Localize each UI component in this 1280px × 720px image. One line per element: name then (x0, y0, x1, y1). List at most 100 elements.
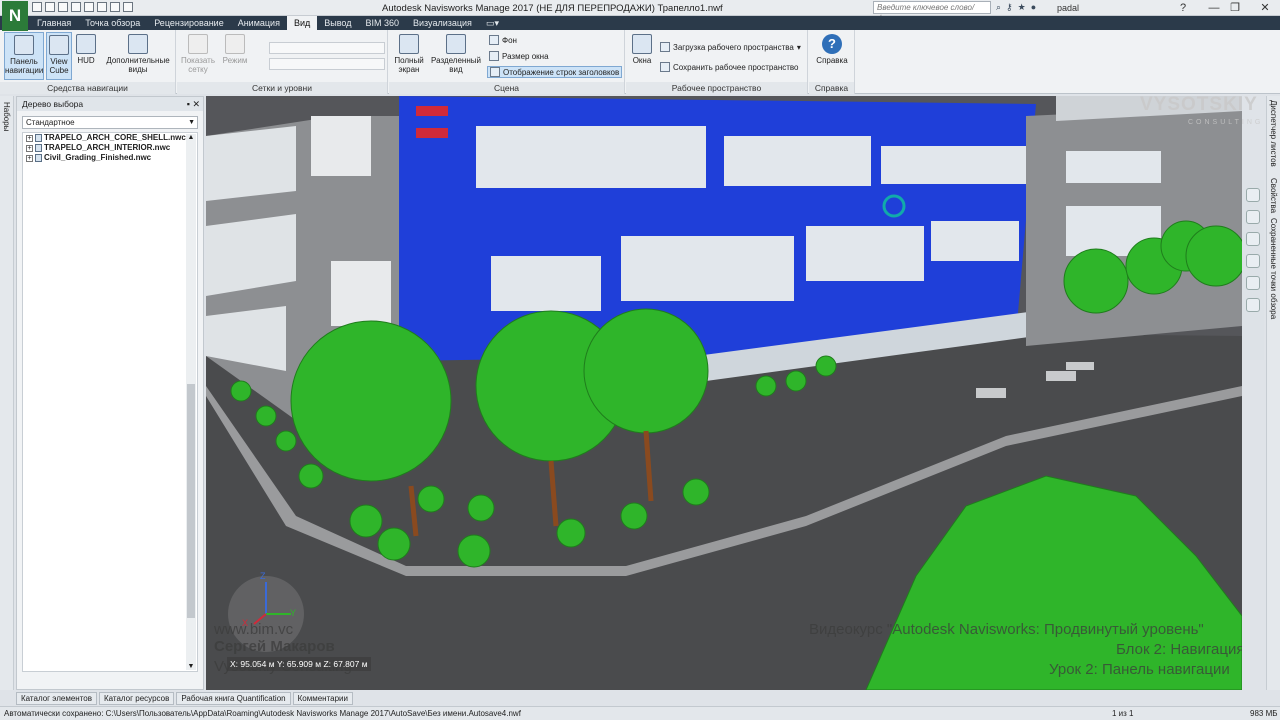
navigation-bar (1242, 180, 1264, 360)
sets-tab[interactable]: Наборы (2, 102, 11, 131)
course-lesson: Урок 2: Панель навигации (1049, 661, 1230, 678)
help-button[interactable]: ? Справка (811, 32, 853, 80)
tab-quantification[interactable]: Рабочая книга Quantification (176, 692, 291, 705)
hud-button[interactable]: HUD (74, 32, 98, 80)
load-workspace-button[interactable]: Загрузка рабочего пространства ▾ (660, 42, 801, 52)
help-title: Справка (809, 82, 854, 94)
look-icon[interactable] (1246, 276, 1260, 290)
refresh-icon[interactable] (123, 2, 133, 12)
grid-combo-2[interactable] (269, 58, 385, 70)
tab-viewpoint[interactable]: Точка обзора (78, 16, 147, 30)
open-file-icon[interactable] (45, 2, 55, 12)
question-icon: ? (822, 34, 842, 54)
workspace-panel: Окна Загрузка рабочего пространства ▾ Сох… (626, 30, 808, 94)
tab-item-catalog[interactable]: Каталог элементов (16, 692, 97, 705)
tab-comments[interactable]: Комментарии (292, 692, 353, 705)
tab-animation[interactable]: Анимация (231, 16, 287, 30)
navigation-bar-button[interactable]: Панель навигации (4, 32, 44, 80)
binoculars-icon[interactable]: ⌕ (996, 2, 1001, 13)
close-button[interactable]: ✕ (1248, 0, 1280, 16)
expand-icon[interactable]: + (26, 154, 33, 162)
properties-tab[interactable]: Свойства (1269, 178, 1278, 213)
title-tools: ⌕ ⚷ ★ ● (996, 2, 1036, 13)
tree-mode-select[interactable]: Стандартное ▼ (22, 116, 198, 129)
orbit-icon[interactable] (1246, 254, 1260, 268)
tree-scrollbar[interactable]: ▲ ▼ (186, 134, 196, 670)
grid-icon (188, 34, 208, 54)
coordinates-readout: X: 95.054 м Y: 65.909 м Z: 67.807 м (227, 657, 371, 671)
print-icon[interactable] (71, 2, 81, 12)
ribbon-tabs: Главная Точка обзора Рецензирование Аним… (30, 16, 506, 30)
show-headers-button[interactable]: Отображение строк заголовков (487, 66, 623, 78)
fullscreen-label: Полный экран (394, 56, 424, 74)
tab-view[interactable]: Вид (286, 16, 318, 30)
new-file-icon[interactable] (32, 2, 42, 12)
tree-item[interactable]: + TRAPELO_ARCH_CORE_SHELL.nwc (23, 133, 197, 143)
view-cube-button[interactable]: View Cube (46, 32, 72, 80)
scroll-up-icon[interactable]: ▲ (186, 134, 196, 141)
windows-button[interactable]: Окна (628, 32, 656, 80)
saved-viewpoints-tab[interactable]: Сохраненные точки обзора (1269, 218, 1278, 319)
save-workspace-button[interactable]: Сохранить рабочее пространство (660, 62, 799, 72)
steering-wheel-icon[interactable] (1246, 188, 1260, 202)
window-size-button[interactable]: Размер окна (489, 51, 549, 61)
watermark-site: www.bim.vc (214, 621, 294, 638)
tab-review[interactable]: Рецензирование (147, 16, 231, 30)
user-name[interactable]: padal (1057, 3, 1079, 13)
3d-viewport[interactable]: Z Y X www.bim.vc Сергей Макаров Vysotski… (206, 96, 1242, 690)
left-dock-strip: Наборы (0, 96, 14, 690)
extra-views-button[interactable]: Дополнительные виды (102, 32, 174, 80)
tree-item[interactable]: + Civil_Grading_Finished.nwc (23, 153, 197, 163)
subscription-icon[interactable]: ⚷ (1006, 2, 1013, 13)
scene-title: Сцена (389, 82, 624, 94)
close-icon[interactable]: ✕ (192, 99, 200, 109)
grids-title: Сетки и уровни (177, 82, 387, 94)
help-panel: ? Справка Справка (809, 30, 855, 94)
pin-icon[interactable]: ▪ (187, 99, 190, 109)
grid-combo-1[interactable] (269, 42, 385, 54)
tab-render[interactable]: Визуализация (406, 16, 479, 30)
tree-item[interactable]: + TRAPELO_ARCH_INTERIOR.nwc (23, 143, 197, 153)
split-view-icon (446, 34, 466, 54)
scroll-down-icon[interactable]: ▼ (186, 663, 196, 670)
app-logo[interactable]: N (2, 1, 28, 31)
search-input[interactable]: Введите ключевое слово/фразу (873, 1, 991, 23)
redo-icon[interactable] (97, 2, 107, 12)
grid-mode-button[interactable]: Режим (219, 32, 251, 80)
help-label: Справка (816, 56, 848, 65)
background-button[interactable]: Фон (489, 35, 517, 45)
course-title: Видеокурс "Autodesk Navisworks: Продвину… (809, 621, 1204, 638)
save-workspace-label: Сохранить рабочее пространство (673, 62, 799, 72)
sheet-browser-tab[interactable]: Диспетчер листов (1269, 100, 1278, 167)
fullscreen-icon (399, 34, 419, 54)
user-icon[interactable]: ● (1031, 2, 1036, 13)
maximize-button[interactable]: ❐ (1218, 0, 1252, 16)
save-icon[interactable] (58, 2, 68, 12)
ribbon: Панель навигации View Cube HUD Дополните… (0, 30, 1280, 94)
tree-item-label: Civil_Grading_Finished.nwc (44, 153, 152, 162)
quick-access-toolbar (32, 2, 133, 12)
favorites-icon[interactable]: ★ (1018, 2, 1026, 13)
scroll-thumb[interactable] (187, 384, 195, 618)
help-icon[interactable]: ? (1166, 0, 1200, 16)
nav-tools-panel: Панель навигации View Cube HUD Дополните… (0, 30, 176, 94)
window-size-icon (489, 51, 499, 61)
undo-icon[interactable] (84, 2, 94, 12)
fullscreen-button[interactable]: Полный экран (391, 32, 427, 80)
tab-resource-catalog[interactable]: Каталог ресурсов (98, 692, 175, 705)
tab-output[interactable]: Вывод (317, 16, 358, 30)
expand-icon[interactable]: + (26, 144, 33, 152)
tab-home[interactable]: Главная (30, 16, 78, 30)
select-arrow-icon[interactable] (1246, 298, 1260, 312)
zoom-icon[interactable] (1246, 232, 1260, 246)
tab-bim360[interactable]: BIM 360 (358, 16, 406, 30)
show-grid-button[interactable]: Показать сетку (179, 32, 217, 80)
split-view-button[interactable]: Разделенный вид (429, 32, 483, 80)
load-workspace-icon (660, 42, 670, 52)
expand-icon[interactable]: + (26, 134, 33, 142)
select-icon[interactable] (110, 2, 120, 12)
course-block: Блок 2: Навигация (1116, 641, 1242, 658)
pan-icon[interactable] (1246, 210, 1260, 224)
navigation-bar-icon (14, 35, 34, 55)
ribbon-options-icon[interactable]: ▭▾ (479, 16, 506, 30)
